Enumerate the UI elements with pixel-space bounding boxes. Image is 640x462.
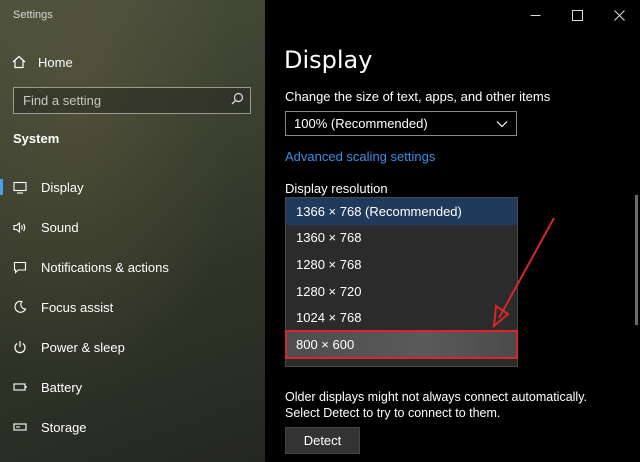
sidebar-item-label: Storage (41, 419, 87, 435)
monitor-icon (13, 180, 27, 194)
speaker-icon (13, 220, 27, 234)
sidebar-item-notifications[interactable]: Notifications & actions (0, 247, 265, 287)
window-controls (514, 0, 640, 30)
sidebar-item-display[interactable]: Display (0, 167, 265, 207)
power-icon (13, 340, 27, 354)
detect-note-line1: Older displays might not always connect … (285, 390, 587, 404)
section-title: System (13, 131, 60, 146)
app-title: Settings (13, 9, 53, 21)
moon-icon (13, 300, 27, 314)
sidebar-item-label: Battery (41, 379, 83, 395)
home-label: Home (38, 54, 73, 70)
resolution-option[interactable]: 1280 × 768 (286, 251, 517, 278)
scale-dropdown[interactable]: 100% (Recommended) (285, 111, 517, 136)
sidebar-item-focus-assist[interactable]: Focus assist (0, 287, 265, 327)
scale-value: 100% (Recommended) (294, 116, 428, 131)
sidebar-item-storage[interactable]: Storage (0, 407, 265, 447)
resolution-option[interactable]: 1366 × 768 (Recommended) (286, 198, 517, 225)
sidebar-item-sound[interactable]: Sound (0, 207, 265, 247)
search-icon[interactable] (231, 92, 244, 110)
page-title: Display (284, 46, 373, 74)
resolution-dropdown-list: 1366 × 768 (Recommended) 1360 × 768 1280… (285, 197, 518, 367)
sidebar-item-label: Display (41, 179, 84, 195)
sidebar-item-label: Power & sleep (41, 339, 125, 355)
notification-icon (13, 260, 27, 274)
minimize-icon (530, 14, 540, 16)
sidebar-item-power-sleep[interactable]: Power & sleep (0, 327, 265, 367)
resolution-option[interactable]: 1360 × 768 (286, 225, 517, 252)
minimize-button[interactable] (514, 0, 556, 30)
advanced-scaling-link[interactable]: Advanced scaling settings (285, 149, 435, 164)
resolution-option[interactable]: 1280 × 720 (286, 278, 517, 305)
main-panel: Display Change the size of text, apps, a… (265, 0, 640, 462)
detect-note-line2: Select Detect to try to connect to them. (285, 406, 501, 420)
sidebar: Settings Home System Display Sound (0, 0, 265, 462)
close-icon (613, 9, 625, 21)
maximize-icon (571, 9, 583, 21)
search-input[interactable] (23, 93, 223, 108)
detect-button[interactable]: Detect (285, 427, 360, 454)
home-icon (12, 55, 26, 69)
resolution-option[interactable]: 1024 × 768 (286, 304, 517, 331)
search-box[interactable] (13, 87, 251, 114)
resolution-option-highlighted[interactable]: 800 × 600 (285, 329, 518, 359)
sidebar-home[interactable]: Home (12, 52, 73, 72)
sidebar-item-battery[interactable]: Battery (0, 367, 265, 407)
scale-label: Change the size of text, apps, and other… (285, 89, 551, 104)
resolution-label: Display resolution (285, 181, 388, 196)
chevron-down-icon (496, 116, 508, 131)
sidebar-item-label: Notifications & actions (41, 259, 169, 275)
close-button[interactable] (598, 0, 640, 30)
battery-icon (13, 380, 27, 394)
nav-list: Display Sound Notifications & actions Fo… (0, 167, 265, 447)
scrollbar[interactable] (635, 195, 638, 325)
sidebar-item-label: Focus assist (41, 299, 114, 315)
maximize-button[interactable] (556, 0, 598, 30)
detect-note: Older displays might not always connect … (285, 389, 615, 421)
sidebar-item-label: Sound (41, 219, 79, 235)
storage-icon (13, 420, 27, 434)
